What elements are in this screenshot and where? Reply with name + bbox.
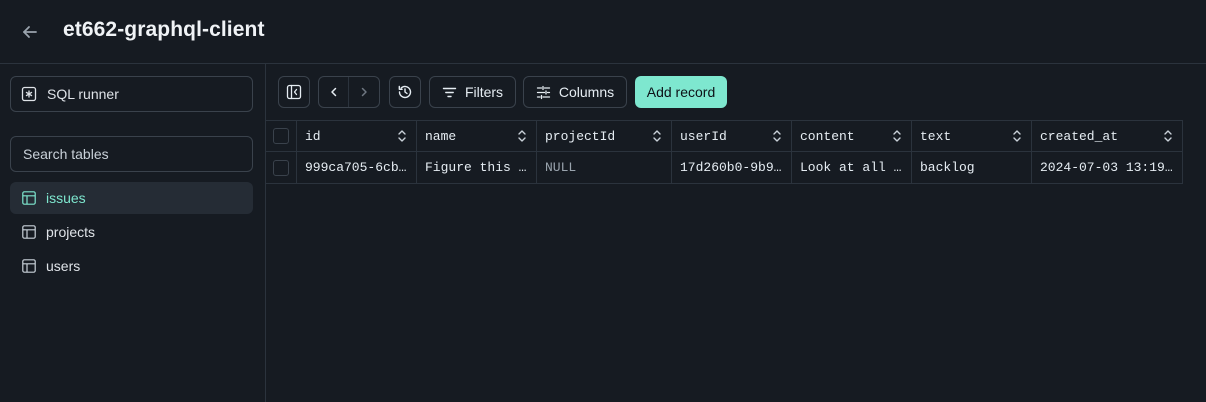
cell-value: Figure this … <box>425 160 527 175</box>
data-grid: id name projectId userId content text cr… <box>266 120 1183 184</box>
table-cell[interactable]: Look at all … <box>792 152 912 183</box>
table-icon <box>22 191 36 205</box>
table-cell[interactable]: Figure this … <box>417 152 537 183</box>
row-select-cell <box>266 152 297 183</box>
cell-value: Look at all … <box>800 160 902 175</box>
cell-value: 999ca705-6cb… <box>305 160 407 175</box>
row-checkbox[interactable] <box>273 159 289 176</box>
select-all-cell <box>266 121 297 151</box>
cell-value: backlog <box>920 160 975 175</box>
table-cell[interactable]: 999ca705-6cb… <box>297 152 417 183</box>
table-cell[interactable]: backlog <box>912 152 1032 183</box>
filters-button[interactable]: Filters <box>429 76 516 108</box>
filters-label: Filters <box>464 84 504 100</box>
column-header-created_at[interactable]: created_at <box>1032 121 1183 151</box>
table-icon <box>22 259 36 273</box>
sidebar-item-users[interactable]: users <box>10 250 253 282</box>
top-header: et662-graphql-client <box>0 0 1206 64</box>
table-icon <box>22 225 36 239</box>
sidebar-item-projects[interactable]: projects <box>10 216 253 248</box>
sidebar-item-label: issues <box>46 190 86 206</box>
history-button[interactable] <box>389 76 421 108</box>
history-icon <box>397 84 413 100</box>
column-header-text[interactable]: text <box>912 121 1032 151</box>
column-header-name[interactable]: name <box>417 121 537 151</box>
sql-runner-button[interactable]: SQL runner <box>10 76 253 112</box>
toggle-sidebar-button[interactable] <box>278 76 310 108</box>
table-list: issues projects users <box>10 182 253 284</box>
filter-icon <box>442 85 457 100</box>
column-header-content[interactable]: content <box>792 121 912 151</box>
page-title: et662-graphql-client <box>63 18 265 41</box>
column-header-projectId[interactable]: projectId <box>537 121 672 151</box>
pagination-group <box>318 76 380 108</box>
table-cell[interactable]: 17d260b0-9b9… <box>672 152 792 183</box>
columns-label: Columns <box>558 84 615 100</box>
columns-button[interactable]: Columns <box>523 76 627 108</box>
add-record-button[interactable]: Add record <box>635 76 727 108</box>
column-header-label: text <box>920 128 952 144</box>
chevron-left-icon <box>327 85 341 99</box>
sql-runner-icon <box>21 86 37 102</box>
table-cell[interactable]: NULL <box>537 152 672 183</box>
sidebar-item-label: projects <box>46 224 96 240</box>
sidebar: SQL runner issues projects <box>0 64 266 402</box>
table-cell[interactable]: 2024-07-03 13:19… <box>1032 152 1183 183</box>
sidebar-item-label: users <box>46 258 81 274</box>
table-row[interactable]: 999ca705-6cb… Figure this … NULL 17d260b… <box>266 152 1183 184</box>
next-page-button[interactable] <box>349 77 379 107</box>
column-header-label: projectId <box>545 128 616 144</box>
cell-value: 2024-07-03 13:19… <box>1040 160 1173 175</box>
sort-icon[interactable] <box>891 129 903 143</box>
select-all-checkbox[interactable] <box>273 128 289 144</box>
column-header-label: content <box>800 128 855 144</box>
grid-header-row: id name projectId userId content text cr… <box>266 120 1183 152</box>
sort-icon[interactable] <box>651 129 663 143</box>
search-tables-input[interactable] <box>10 136 253 172</box>
sql-runner-label: SQL runner <box>47 86 119 102</box>
previous-page-button[interactable] <box>319 77 350 107</box>
column-header-label: created_at <box>1040 128 1119 144</box>
cell-value: 17d260b0-9b9… <box>680 160 782 175</box>
sort-icon[interactable] <box>516 129 528 143</box>
sort-icon[interactable] <box>1011 129 1023 143</box>
columns-sliders-icon <box>536 85 551 100</box>
arrow-left-icon <box>20 22 40 42</box>
table-toolbar: Filters Columns Add record <box>266 64 1206 121</box>
sidebar-collapse-icon <box>286 84 302 100</box>
column-header-label: name <box>425 128 457 144</box>
column-header-id[interactable]: id <box>297 121 417 151</box>
sidebar-item-issues[interactable]: issues <box>10 182 253 214</box>
cell-value: NULL <box>545 160 577 175</box>
back-button[interactable] <box>16 18 44 46</box>
sort-icon[interactable] <box>396 129 408 143</box>
sort-icon[interactable] <box>1162 129 1174 143</box>
sort-icon[interactable] <box>771 129 783 143</box>
chevron-right-icon <box>357 85 371 99</box>
column-header-label: userId <box>680 128 727 144</box>
column-header-label: id <box>305 128 321 144</box>
column-header-userId[interactable]: userId <box>672 121 792 151</box>
